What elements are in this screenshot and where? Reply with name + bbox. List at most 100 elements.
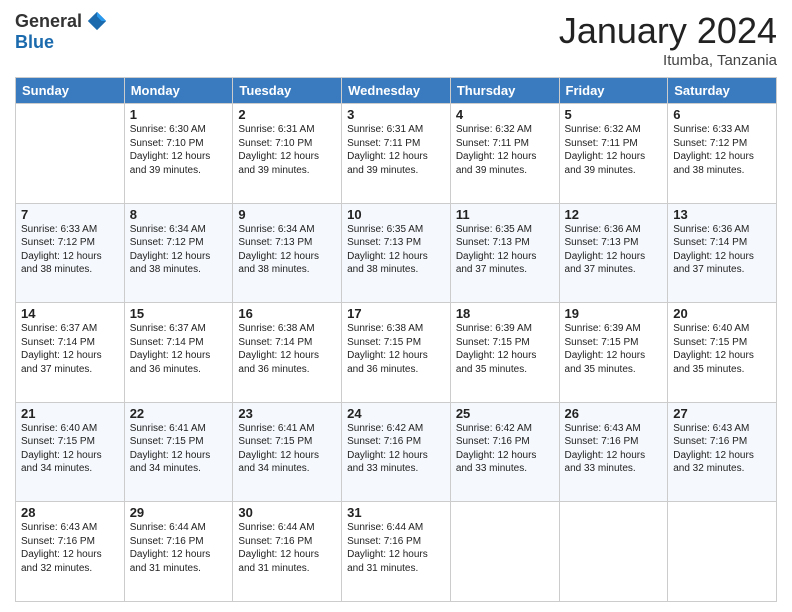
day-number: 9: [238, 207, 336, 222]
calendar-header-wednesday: Wednesday: [342, 78, 451, 104]
cell-info: Sunrise: 6:38 AM Sunset: 7:14 PM Dayligh…: [238, 322, 336, 376]
calendar-cell: 6Sunrise: 6:33 AM Sunset: 7:12 PM Daylig…: [668, 104, 777, 204]
cell-info: Sunrise: 6:31 AM Sunset: 7:11 PM Dayligh…: [347, 123, 445, 177]
day-number: 8: [130, 207, 228, 222]
cell-info: Sunrise: 6:43 AM Sunset: 7:16 PM Dayligh…: [21, 521, 119, 575]
calendar-cell: 11Sunrise: 6:35 AM Sunset: 7:13 PM Dayli…: [450, 203, 559, 303]
day-number: 15: [130, 306, 228, 321]
calendar-week-2: 7Sunrise: 6:33 AM Sunset: 7:12 PM Daylig…: [16, 203, 777, 303]
cell-info: Sunrise: 6:36 AM Sunset: 7:13 PM Dayligh…: [565, 223, 663, 277]
cell-info: Sunrise: 6:43 AM Sunset: 7:16 PM Dayligh…: [565, 422, 663, 476]
calendar-cell: 25Sunrise: 6:42 AM Sunset: 7:16 PM Dayli…: [450, 402, 559, 502]
day-number: 4: [456, 107, 554, 122]
cell-info: Sunrise: 6:38 AM Sunset: 7:15 PM Dayligh…: [347, 322, 445, 376]
logo: General Blue: [15, 10, 108, 53]
logo-blue-text: Blue: [15, 32, 54, 53]
calendar-cell: [559, 502, 668, 602]
calendar-cell: 30Sunrise: 6:44 AM Sunset: 7:16 PM Dayli…: [233, 502, 342, 602]
calendar-cell: 16Sunrise: 6:38 AM Sunset: 7:14 PM Dayli…: [233, 303, 342, 403]
calendar-cell: 2Sunrise: 6:31 AM Sunset: 7:10 PM Daylig…: [233, 104, 342, 204]
calendar-cell: 24Sunrise: 6:42 AM Sunset: 7:16 PM Dayli…: [342, 402, 451, 502]
cell-info: Sunrise: 6:40 AM Sunset: 7:15 PM Dayligh…: [673, 322, 771, 376]
day-number: 16: [238, 306, 336, 321]
page: General Blue January 2024 Itumba, Tanzan…: [0, 0, 792, 612]
day-number: 27: [673, 406, 771, 421]
cell-info: Sunrise: 6:33 AM Sunset: 7:12 PM Dayligh…: [21, 223, 119, 277]
calendar-cell: 1Sunrise: 6:30 AM Sunset: 7:10 PM Daylig…: [124, 104, 233, 204]
calendar-cell: 13Sunrise: 6:36 AM Sunset: 7:14 PM Dayli…: [668, 203, 777, 303]
calendar-week-4: 21Sunrise: 6:40 AM Sunset: 7:15 PM Dayli…: [16, 402, 777, 502]
calendar-cell: 15Sunrise: 6:37 AM Sunset: 7:14 PM Dayli…: [124, 303, 233, 403]
calendar-cell: 28Sunrise: 6:43 AM Sunset: 7:16 PM Dayli…: [16, 502, 125, 602]
logo-general-text: General: [15, 11, 82, 32]
calendar-cell: 5Sunrise: 6:32 AM Sunset: 7:11 PM Daylig…: [559, 104, 668, 204]
cell-info: Sunrise: 6:37 AM Sunset: 7:14 PM Dayligh…: [130, 322, 228, 376]
day-number: 18: [456, 306, 554, 321]
cell-info: Sunrise: 6:41 AM Sunset: 7:15 PM Dayligh…: [130, 422, 228, 476]
cell-info: Sunrise: 6:35 AM Sunset: 7:13 PM Dayligh…: [456, 223, 554, 277]
calendar-cell: 20Sunrise: 6:40 AM Sunset: 7:15 PM Dayli…: [668, 303, 777, 403]
day-number: 22: [130, 406, 228, 421]
cell-info: Sunrise: 6:40 AM Sunset: 7:15 PM Dayligh…: [21, 422, 119, 476]
day-number: 3: [347, 107, 445, 122]
day-number: 25: [456, 406, 554, 421]
calendar-cell: 27Sunrise: 6:43 AM Sunset: 7:16 PM Dayli…: [668, 402, 777, 502]
cell-info: Sunrise: 6:43 AM Sunset: 7:16 PM Dayligh…: [673, 422, 771, 476]
calendar-cell: 9Sunrise: 6:34 AM Sunset: 7:13 PM Daylig…: [233, 203, 342, 303]
cell-info: Sunrise: 6:36 AM Sunset: 7:14 PM Dayligh…: [673, 223, 771, 277]
day-number: 6: [673, 107, 771, 122]
day-number: 19: [565, 306, 663, 321]
day-number: 12: [565, 207, 663, 222]
calendar-week-5: 28Sunrise: 6:43 AM Sunset: 7:16 PM Dayli…: [16, 502, 777, 602]
calendar-header-row: SundayMondayTuesdayWednesdayThursdayFrid…: [16, 78, 777, 104]
cell-info: Sunrise: 6:32 AM Sunset: 7:11 PM Dayligh…: [456, 123, 554, 177]
day-number: 17: [347, 306, 445, 321]
calendar-cell: 4Sunrise: 6:32 AM Sunset: 7:11 PM Daylig…: [450, 104, 559, 204]
cell-info: Sunrise: 6:44 AM Sunset: 7:16 PM Dayligh…: [238, 521, 336, 575]
calendar-cell: [450, 502, 559, 602]
calendar-cell: [668, 502, 777, 602]
calendar-cell: 23Sunrise: 6:41 AM Sunset: 7:15 PM Dayli…: [233, 402, 342, 502]
day-number: 31: [347, 505, 445, 520]
calendar-cell: 18Sunrise: 6:39 AM Sunset: 7:15 PM Dayli…: [450, 303, 559, 403]
calendar-cell: 14Sunrise: 6:37 AM Sunset: 7:14 PM Dayli…: [16, 303, 125, 403]
logo-text: General: [15, 10, 108, 32]
cell-info: Sunrise: 6:33 AM Sunset: 7:12 PM Dayligh…: [673, 123, 771, 177]
calendar-week-1: 1Sunrise: 6:30 AM Sunset: 7:10 PM Daylig…: [16, 104, 777, 204]
subtitle: Itumba, Tanzania: [559, 52, 777, 69]
day-number: 13: [673, 207, 771, 222]
day-number: 10: [347, 207, 445, 222]
calendar-table: SundayMondayTuesdayWednesdayThursdayFrid…: [15, 77, 777, 602]
month-title: January 2024: [559, 10, 777, 52]
calendar-cell: [16, 104, 125, 204]
cell-info: Sunrise: 6:31 AM Sunset: 7:10 PM Dayligh…: [238, 123, 336, 177]
cell-info: Sunrise: 6:34 AM Sunset: 7:12 PM Dayligh…: [130, 223, 228, 277]
cell-info: Sunrise: 6:37 AM Sunset: 7:14 PM Dayligh…: [21, 322, 119, 376]
calendar-cell: 8Sunrise: 6:34 AM Sunset: 7:12 PM Daylig…: [124, 203, 233, 303]
day-number: 14: [21, 306, 119, 321]
calendar-cell: 12Sunrise: 6:36 AM Sunset: 7:13 PM Dayli…: [559, 203, 668, 303]
cell-info: Sunrise: 6:30 AM Sunset: 7:10 PM Dayligh…: [130, 123, 228, 177]
cell-info: Sunrise: 6:42 AM Sunset: 7:16 PM Dayligh…: [456, 422, 554, 476]
logo-icon: [86, 10, 108, 32]
calendar-header-sunday: Sunday: [16, 78, 125, 104]
calendar-header-thursday: Thursday: [450, 78, 559, 104]
calendar-cell: 26Sunrise: 6:43 AM Sunset: 7:16 PM Dayli…: [559, 402, 668, 502]
day-number: 29: [130, 505, 228, 520]
cell-info: Sunrise: 6:34 AM Sunset: 7:13 PM Dayligh…: [238, 223, 336, 277]
calendar-cell: 29Sunrise: 6:44 AM Sunset: 7:16 PM Dayli…: [124, 502, 233, 602]
calendar-cell: 7Sunrise: 6:33 AM Sunset: 7:12 PM Daylig…: [16, 203, 125, 303]
header: General Blue January 2024 Itumba, Tanzan…: [15, 10, 777, 69]
day-number: 30: [238, 505, 336, 520]
day-number: 21: [21, 406, 119, 421]
day-number: 28: [21, 505, 119, 520]
calendar-cell: 22Sunrise: 6:41 AM Sunset: 7:15 PM Dayli…: [124, 402, 233, 502]
cell-info: Sunrise: 6:35 AM Sunset: 7:13 PM Dayligh…: [347, 223, 445, 277]
day-number: 2: [238, 107, 336, 122]
calendar-header-tuesday: Tuesday: [233, 78, 342, 104]
calendar-cell: 3Sunrise: 6:31 AM Sunset: 7:11 PM Daylig…: [342, 104, 451, 204]
day-number: 5: [565, 107, 663, 122]
day-number: 11: [456, 207, 554, 222]
calendar-week-3: 14Sunrise: 6:37 AM Sunset: 7:14 PM Dayli…: [16, 303, 777, 403]
cell-info: Sunrise: 6:32 AM Sunset: 7:11 PM Dayligh…: [565, 123, 663, 177]
